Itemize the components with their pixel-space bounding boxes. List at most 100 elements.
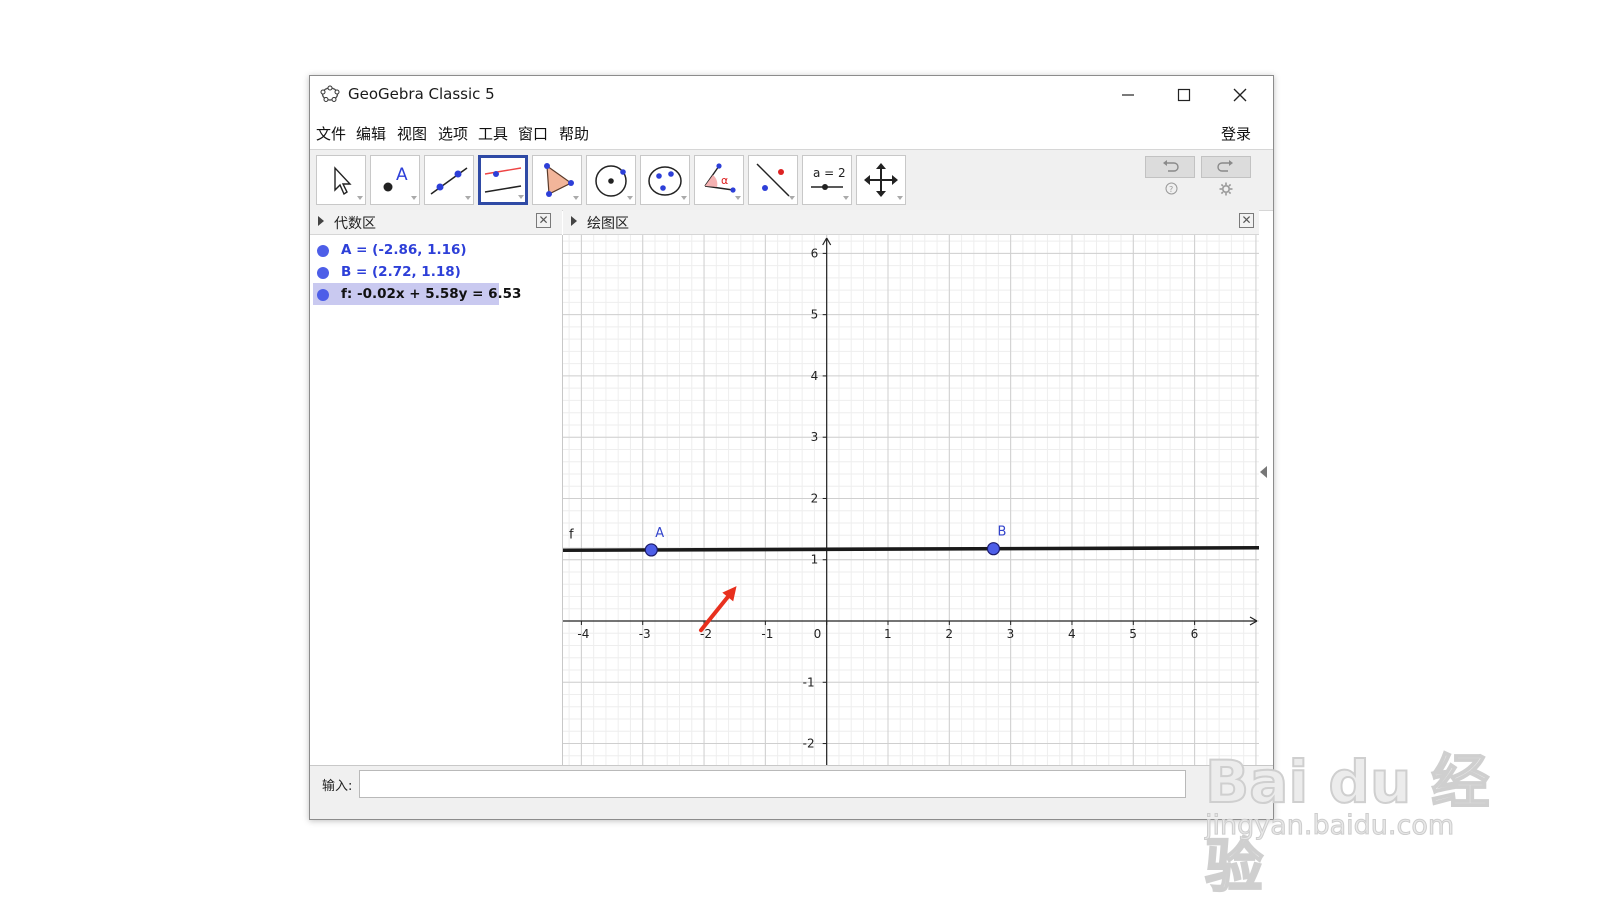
- redo-icon: [1217, 160, 1233, 172]
- y-tick-label: 4: [811, 369, 819, 383]
- y-tick-label: 1: [811, 553, 819, 567]
- point-label: B: [997, 525, 1006, 540]
- svg-text:A: A: [396, 165, 408, 185]
- algebra-item[interactable]: f: -0.02x + 5.58y = 6.53: [313, 283, 521, 305]
- title-bar: GeoGebra Classic 5: [310, 76, 1273, 113]
- point-tool[interactable]: A: [370, 155, 420, 205]
- geogebra-window: GeoGebra Classic 5 文件 编辑 视图 选项 工具 窗口 帮助 …: [309, 75, 1274, 820]
- graphics-view-header: 绘图区 ✕: [563, 210, 1259, 235]
- angle-tool[interactable]: α: [694, 155, 744, 205]
- undo-button[interactable]: [1145, 156, 1195, 178]
- y-tick-label: -2: [803, 737, 815, 751]
- conic-tool[interactable]: [640, 155, 690, 205]
- polygon-icon: [544, 163, 579, 200]
- y-tick-label: 6: [811, 246, 819, 260]
- x-tick-label: 0: [814, 627, 822, 641]
- collapse-triangle-icon[interactable]: [571, 216, 577, 226]
- undo-icon: [1163, 160, 1179, 172]
- close-icon: [1233, 88, 1247, 101]
- graphics-canvas[interactable]: -4 -3 -2 -1 0 1 2 3 4 5 6-2-1123456f A B: [563, 235, 1259, 765]
- algebra-item[interactable]: B = (2.72, 1.18): [313, 261, 499, 283]
- menu-file[interactable]: 文件: [316, 123, 346, 144]
- maximize-icon: [1177, 88, 1191, 101]
- collapse-triangle-icon[interactable]: [318, 216, 324, 226]
- minimize-button[interactable]: [1100, 76, 1156, 113]
- angle-icon: α: [704, 163, 741, 200]
- circle-center-point-icon: [595, 165, 633, 200]
- move-graphics-view-icon: [864, 163, 903, 200]
- slider-icon: a = 2: [811, 166, 849, 200]
- point-label: A: [655, 526, 664, 541]
- input-label: 输入:: [322, 779, 353, 794]
- x-tick-label: -1: [761, 627, 773, 641]
- close-graphics-view-button[interactable]: ✕: [1239, 213, 1254, 228]
- menu-window[interactable]: 窗口: [518, 123, 548, 144]
- toolbar: A α a = 2 ?: [310, 149, 1273, 211]
- reflect-icon: [756, 163, 795, 200]
- graphics-view[interactable]: -4 -3 -2 -1 0 1 2 3 4 5 6 -2 -1 1 2 3 4 5 6 f A B: [563, 235, 1259, 765]
- line-f-label: f: [569, 527, 574, 542]
- x-tick-label: -4: [577, 627, 589, 641]
- visibility-toggle-icon[interactable]: [317, 267, 329, 279]
- point-b[interactable]: [986, 542, 1001, 556]
- svg-text:α: α: [721, 174, 728, 187]
- x-tick-label: -3: [639, 627, 651, 641]
- parallel-line-tool[interactable]: [478, 155, 528, 205]
- window-title: GeoGebra Classic 5: [348, 85, 495, 103]
- minimize-icon: [1122, 93, 1134, 96]
- arrow-cursor-icon: [334, 166, 363, 200]
- maximize-button[interactable]: [1156, 76, 1212, 113]
- redo-button[interactable]: [1201, 156, 1251, 178]
- login-link[interactable]: 登录: [1221, 123, 1251, 144]
- svg-text:a = 2: a = 2: [813, 166, 846, 180]
- y-tick-label: -1: [803, 675, 815, 689]
- x-tick-label: 2: [945, 627, 953, 641]
- point-icon: A: [383, 165, 417, 200]
- algebra-item[interactable]: A = (-2.86, 1.16): [313, 239, 499, 261]
- close-algebra-view-button[interactable]: ✕: [536, 213, 551, 228]
- y-tick-label: 2: [811, 491, 819, 505]
- x-tick-label: 4: [1068, 627, 1076, 641]
- move-tool[interactable]: [316, 155, 366, 205]
- baidu-jingyan-watermark: Bai du 经验 jingyan.baidu.com: [1204, 715, 1505, 901]
- menu-options[interactable]: 选项: [438, 123, 468, 144]
- watermark-url: jingyan.baidu.com: [1204, 810, 1455, 842]
- algebra-item-text: A = (-2.86, 1.16): [341, 242, 467, 258]
- algebra-view-title: 代数区: [334, 216, 376, 232]
- menu-tools[interactable]: 工具: [478, 123, 508, 144]
- x-tick-label: 1: [884, 627, 892, 641]
- algebra-view: A = (-2.86, 1.16) B = (2.72, 1.18) f: -0.0…: [310, 235, 563, 765]
- polygon-tool[interactable]: [532, 155, 582, 205]
- close-button[interactable]: [1212, 76, 1268, 113]
- x-tick-label: 6: [1191, 627, 1199, 641]
- menu-edit[interactable]: 编辑: [356, 123, 386, 144]
- point-a[interactable]: [644, 543, 658, 557]
- graphics-view-title: 绘图区: [587, 216, 629, 232]
- side-panel-toggle-icon[interactable]: [1260, 466, 1267, 478]
- menu-help[interactable]: 帮助: [559, 123, 589, 144]
- reflect-tool[interactable]: [748, 155, 798, 205]
- geogebra-logo-icon: [320, 85, 340, 102]
- menu-bar: 文件 编辑 视图 选项 工具 窗口 帮助 登录: [310, 113, 1273, 149]
- y-tick-label: 5: [811, 308, 819, 322]
- x-tick-label: 3: [1007, 627, 1015, 641]
- ellipse-icon: [648, 166, 687, 200]
- circle-tool[interactable]: [586, 155, 636, 205]
- parallel-lines-icon: [484, 167, 524, 199]
- algebra-item-text: B = (2.72, 1.18): [341, 264, 461, 280]
- visibility-toggle-icon[interactable]: [317, 289, 329, 301]
- algebra-view-header: 代数区 ✕: [310, 210, 562, 235]
- input-field[interactable]: [359, 770, 1186, 798]
- slider-tool[interactable]: a = 2: [802, 155, 852, 205]
- line-f[interactable]: [563, 545, 1259, 553]
- svg-text:?: ?: [1169, 185, 1173, 194]
- menu-view[interactable]: 视图: [397, 123, 427, 144]
- visibility-toggle-icon[interactable]: [317, 245, 329, 257]
- y-tick-label: 3: [811, 430, 819, 444]
- help-icon[interactable]: ?: [1165, 182, 1178, 199]
- input-bar: 输入:: [310, 765, 1273, 819]
- line-tool[interactable]: [424, 155, 474, 205]
- move-view-tool[interactable]: [856, 155, 906, 205]
- line-through-two-points-icon: [430, 167, 471, 200]
- gear-icon[interactable]: [1219, 182, 1233, 200]
